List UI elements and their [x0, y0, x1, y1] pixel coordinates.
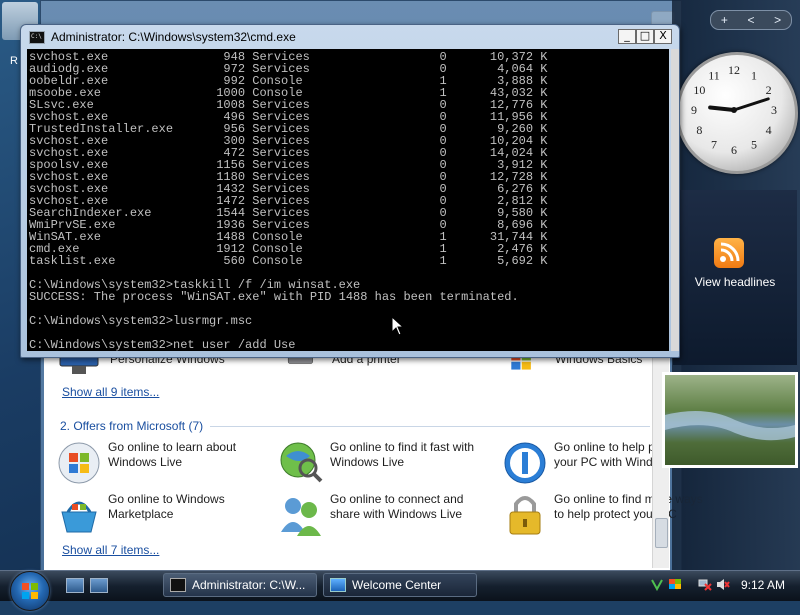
landscape-photo [665, 411, 795, 441]
clock-numeral: 6 [731, 143, 737, 157]
clock-face-icon: 1234567891011 12 [691, 63, 777, 157]
sidebar-controls: + < > [710, 10, 792, 30]
start-button[interactable] [10, 571, 50, 611]
windows-defender-icon[interactable] [650, 578, 664, 591]
show-desktop-icon[interactable] [66, 578, 84, 593]
taskbar-button-label: Administrator: C:\W... [192, 578, 306, 592]
welcome-scrollbar-thumb[interactable] [655, 518, 668, 548]
cmd-window[interactable]: Administrator: C:\Windows\system32\cmd.e… [20, 24, 680, 358]
clock-numeral: 7 [711, 138, 717, 152]
offer-text: Go online to Windows Marketplace [108, 492, 225, 521]
help-info-icon [504, 442, 546, 484]
clock-numeral: 10 [693, 83, 705, 97]
desktop-partial-label: R [10, 55, 18, 67]
section-divider [210, 426, 650, 427]
offer-item-marketplace[interactable]: Go online to Windows Marketplace [56, 492, 248, 538]
clock-minute-hand [732, 97, 770, 112]
console-output[interactable]: svchost.exe 948 Services 0 10,372 K audi… [27, 49, 669, 351]
clock-numeral: 12 [728, 63, 740, 77]
minimize-button[interactable]: _ [618, 29, 636, 44]
rss-feed-icon [714, 238, 744, 268]
cmd-icon [170, 578, 186, 592]
cmd-icon [29, 30, 45, 44]
offer-item-learn-windows-live[interactable]: Go online to learn about Windows Live [56, 440, 248, 486]
clock-numeral: 9 [691, 103, 697, 117]
console-scrollbar[interactable] [671, 49, 679, 351]
volume-muted-icon[interactable] [716, 578, 730, 591]
offer-item-find-it-fast[interactable]: Go online to find it fast with Windows L… [278, 440, 482, 486]
show-all-9-items-link[interactable]: Show all 9 items... [62, 385, 159, 399]
offer-text: Go online to learn about Windows Live [108, 440, 237, 469]
next-gadget-button[interactable]: > [774, 13, 781, 27]
cmd-titlebar[interactable]: Administrator: C:\Windows\system32\cmd.e… [21, 25, 679, 49]
clock-hour-hand [708, 105, 736, 112]
maximize-button[interactable]: □ [636, 29, 654, 44]
cmd-window-title: Administrator: C:\Windows\system32\cmd.e… [51, 30, 296, 44]
shopping-basket-icon [61, 501, 97, 533]
offer-text: Go online to find it fast with Windows L… [330, 440, 475, 469]
close-button[interactable]: X [654, 29, 672, 44]
switch-windows-icon[interactable] [90, 578, 108, 593]
view-headlines-label: View headlines [694, 275, 776, 289]
feed-headlines-gadget[interactable]: View headlines [673, 190, 797, 365]
welcome-center-icon [330, 578, 346, 592]
clock-center [731, 107, 737, 113]
taskbar-clock[interactable]: 9:12 AM [741, 578, 785, 592]
console-text: svchost.exe 948 Services 0 10,372 K audi… [29, 50, 548, 351]
network-disconnected-icon[interactable] [698, 578, 712, 591]
mouse-cursor-icon [391, 316, 405, 336]
clock-numeral: 8 [696, 123, 702, 137]
globe-search-icon [280, 442, 323, 483]
previous-gadget-button[interactable]: < [747, 13, 754, 27]
taskbar-button-cmd[interactable]: Administrator: C:\W... [163, 573, 317, 597]
add-gadget-button[interactable]: + [721, 13, 728, 27]
show-all-7-items-link[interactable]: Show all 7 items... [62, 543, 159, 557]
offer-item-connect-share[interactable]: Go online to connect and share with Wind… [278, 492, 480, 538]
taskbar-button-welcome-center[interactable]: Welcome Center [323, 573, 477, 597]
clock-numeral: 4 [766, 123, 772, 137]
padlock-icon [509, 496, 541, 535]
windows-live-globe-icon [58, 442, 100, 484]
clock-numeral: 5 [751, 138, 757, 152]
clock-numeral: 1 [751, 68, 757, 82]
taskbar-button-label: Welcome Center [352, 578, 442, 592]
windows-logo-icon [22, 583, 38, 599]
clock-gadget[interactable]: 1 2 3 4 5 6 7 8 9 10 11 12 [676, 52, 798, 174]
slideshow-gadget[interactable] [662, 372, 798, 468]
section-offers-heading[interactable]: 2. Offers from Microsoft (7) [60, 419, 203, 433]
clock-numeral: 2 [766, 83, 772, 97]
offer-text: Go online to connect and share with Wind… [330, 492, 464, 521]
clock-numeral: 11 [708, 68, 720, 82]
clock-numeral: 3 [771, 103, 777, 117]
people-icon [281, 498, 321, 536]
security-center-icon[interactable] [668, 578, 682, 591]
